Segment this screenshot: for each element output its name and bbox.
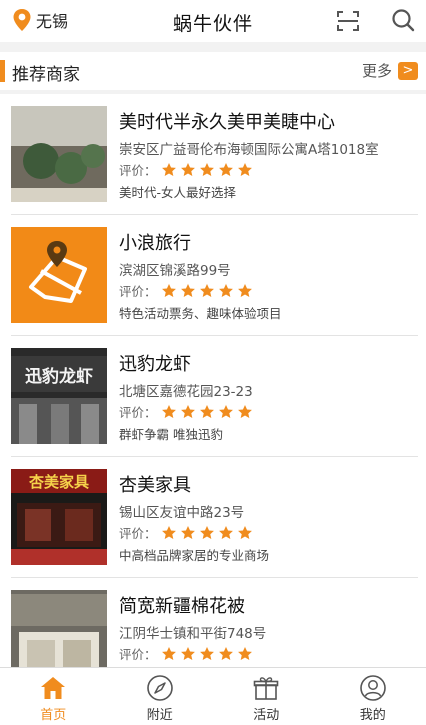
star-icon bbox=[237, 162, 252, 176]
merchant-name: 迅豹龙虾 bbox=[119, 354, 191, 375]
star-icon bbox=[218, 404, 233, 418]
recommended-section-header: 推荐商家 更多 > bbox=[0, 52, 426, 90]
merchant-address: 北塘区嘉德花园23-23 bbox=[119, 384, 253, 400]
app-title: 蜗牛伙伴 bbox=[172, 13, 253, 35]
search-icon[interactable] bbox=[391, 8, 415, 32]
rating-label: 评价： bbox=[119, 284, 157, 299]
merchant-list: 美时代半永久美甲美睫中心 崇安区广益哥伦布海顿国际公寓A塔1018室 评价： 美… bbox=[0, 94, 426, 699]
gift-icon bbox=[253, 677, 279, 700]
merchant-description: 中高档品牌家居的专业商场 bbox=[119, 548, 270, 563]
merchant-rating: 评价： bbox=[119, 281, 256, 300]
star-icon bbox=[180, 404, 195, 418]
star-icon bbox=[161, 646, 176, 660]
merchant-address: 江阴华士镇和平街748号 bbox=[119, 626, 267, 642]
nav-item-me[interactable]: 我的 bbox=[320, 668, 426, 725]
star-rating bbox=[161, 283, 256, 299]
star-icon bbox=[180, 646, 195, 660]
chevron-right-icon: > bbox=[398, 61, 418, 80]
nav-label: 首页 bbox=[40, 708, 67, 723]
merchant-description: 特色活动票务、趣味体验项目 bbox=[119, 306, 282, 321]
user-icon bbox=[359, 675, 386, 701]
star-icon bbox=[180, 283, 195, 297]
merchant-rating: 评价： bbox=[119, 523, 256, 542]
rating-label: 评价： bbox=[119, 163, 157, 178]
merchant-item[interactable]: 迅豹龙虾 迅豹龙虾 北塘区嘉德花园23-23 评价： 群虾争霸 唯独迅豹 bbox=[0, 336, 426, 457]
merchant-name: 简宽新疆棉花被 bbox=[119, 596, 245, 617]
star-icon bbox=[237, 646, 252, 660]
star-icon bbox=[161, 404, 176, 418]
merchant-rating: 评价： bbox=[119, 160, 256, 179]
merchant-name: 小浪旅行 bbox=[119, 233, 191, 254]
star-icon bbox=[218, 162, 233, 176]
star-icon bbox=[199, 525, 214, 539]
more-label: 更多 bbox=[361, 62, 392, 80]
home-icon bbox=[41, 677, 66, 699]
nav-label: 附近 bbox=[146, 708, 173, 723]
merchant-thumbnail bbox=[11, 227, 107, 323]
merchant-thumbnail: 迅豹龙虾 bbox=[11, 348, 107, 444]
section-title: 推荐商家 bbox=[12, 65, 80, 85]
star-icon bbox=[199, 404, 214, 418]
merchant-description: 美时代-女人最好选择 bbox=[119, 185, 237, 200]
bottom-nav: 首页 附近 活动 我的 bbox=[0, 667, 426, 725]
star-icon bbox=[218, 525, 233, 539]
app-header: 无锡 蜗牛伙伴 bbox=[0, 0, 426, 42]
star-rating bbox=[161, 404, 256, 420]
star-icon bbox=[199, 283, 214, 297]
merchant-item[interactable]: 小浪旅行 滨湖区锦溪路99号 评价： 特色活动票务、趣味体验项目 bbox=[0, 215, 426, 336]
rating-label: 评价： bbox=[119, 647, 157, 662]
star-icon bbox=[218, 283, 233, 297]
thumb-sign-text: 迅豹龙虾 bbox=[25, 366, 93, 387]
nav-item-nearby[interactable]: 附近 bbox=[107, 668, 214, 725]
merchant-name: 美时代半永久美甲美睫中心 bbox=[119, 112, 335, 133]
merchant-address: 锡山区友谊中路23号 bbox=[119, 505, 245, 521]
nav-item-events[interactable]: 活动 bbox=[213, 668, 320, 725]
more-button[interactable]: 更多 > bbox=[362, 60, 418, 81]
star-icon bbox=[218, 646, 233, 660]
star-icon bbox=[180, 525, 195, 539]
merchant-thumbnail bbox=[11, 106, 107, 202]
star-icon bbox=[161, 525, 176, 539]
star-rating bbox=[161, 162, 256, 178]
rating-label: 评价： bbox=[119, 405, 157, 420]
thumb-sign-text: 杏美家具 bbox=[28, 473, 89, 491]
merchant-item[interactable]: 美时代半永久美甲美睫中心 崇安区广益哥伦布海顿国际公寓A塔1018室 评价： 美… bbox=[0, 94, 426, 215]
merchant-item[interactable]: 杏美家具 杏美家具 锡山区友谊中路23号 评价： 中高档品牌家居的专业商场 bbox=[0, 457, 426, 578]
star-icon bbox=[161, 283, 176, 297]
rating-label: 评价： bbox=[119, 526, 157, 541]
star-icon bbox=[237, 404, 252, 418]
star-icon bbox=[237, 525, 252, 539]
merchant-address: 崇安区广益哥伦布海顿国际公寓A塔1018室 bbox=[119, 142, 379, 158]
star-icon bbox=[199, 162, 214, 176]
star-icon bbox=[161, 162, 176, 176]
nav-label: 活动 bbox=[253, 708, 280, 723]
merchant-thumbnail: 杏美家具 bbox=[11, 469, 107, 565]
merchant-rating: 评价： bbox=[119, 402, 256, 421]
star-icon bbox=[180, 162, 195, 176]
star-icon bbox=[199, 646, 214, 660]
compass-icon bbox=[146, 675, 173, 701]
header-divider bbox=[0, 42, 426, 52]
star-rating bbox=[161, 646, 256, 662]
nav-label: 我的 bbox=[359, 708, 386, 723]
merchant-rating: 评价： bbox=[119, 644, 256, 663]
star-icon bbox=[237, 283, 252, 297]
nav-item-home[interactable]: 首页 bbox=[0, 668, 107, 725]
scan-icon[interactable] bbox=[336, 9, 360, 33]
merchant-description: 群虾争霸 唯独迅豹 bbox=[119, 427, 223, 442]
merchant-address: 滨湖区锦溪路99号 bbox=[119, 263, 231, 279]
star-rating bbox=[161, 525, 256, 541]
merchant-name: 杏美家具 bbox=[119, 475, 191, 496]
section-accent-bar bbox=[0, 60, 5, 82]
